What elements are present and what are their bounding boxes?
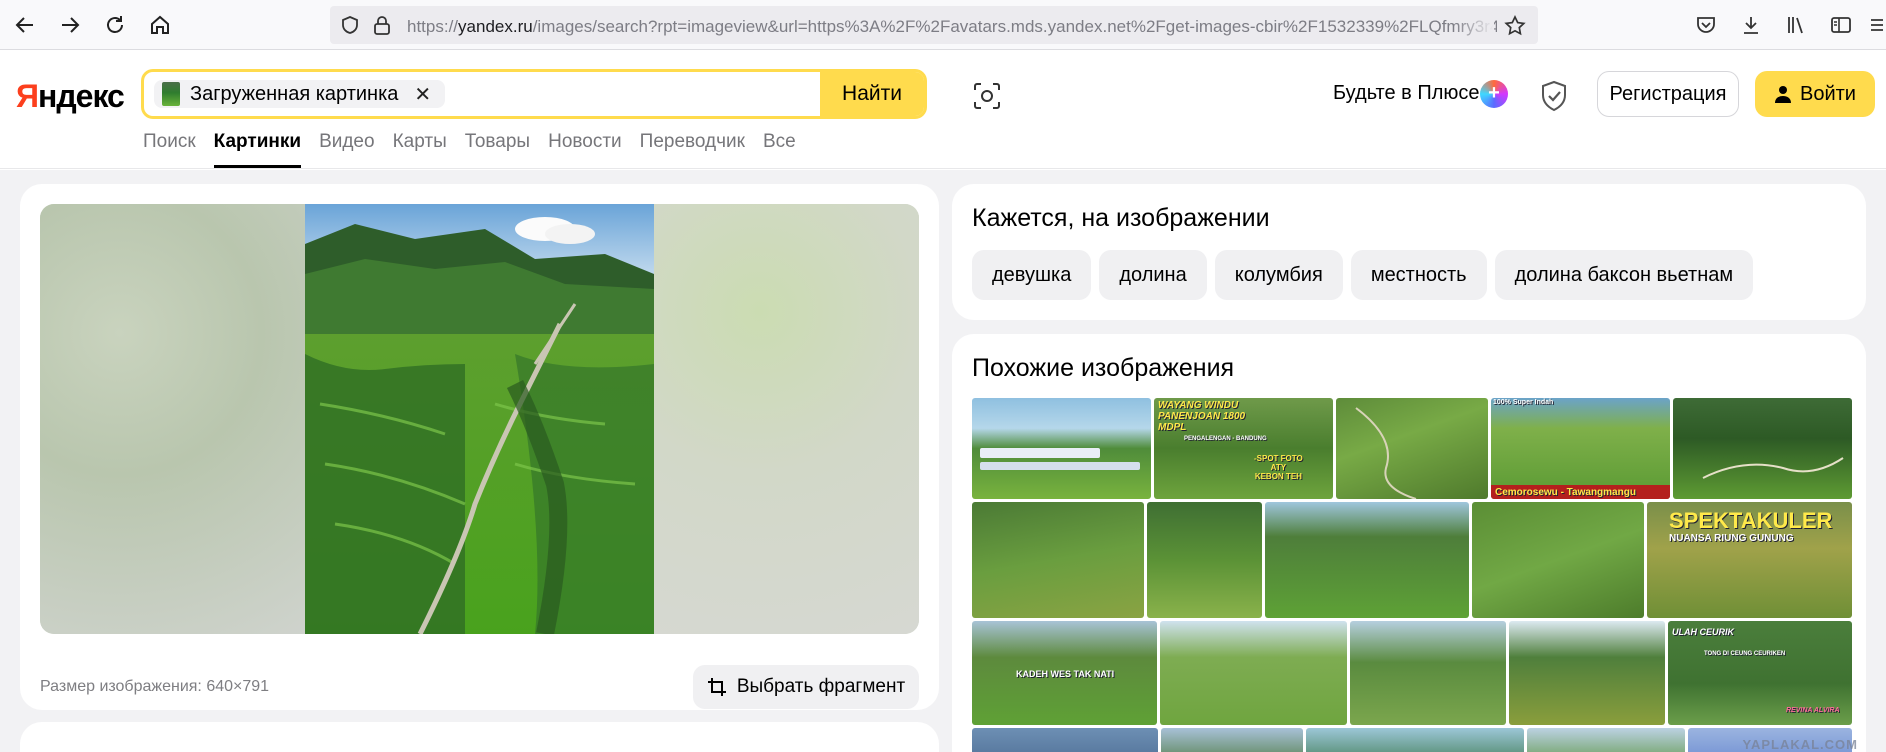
- tab-3[interactable]: Карты: [393, 130, 447, 168]
- plus-promo-text[interactable]: Будьте в Плюсе: [1333, 82, 1480, 105]
- image-size-text: Размер изображения: 640×791: [40, 678, 270, 695]
- tab-1[interactable]: Картинки: [213, 130, 302, 168]
- login-label: Войти: [1800, 82, 1856, 105]
- site-header: Яндекс Загруженная картинка ✕ Найти Будь…: [0, 51, 1886, 169]
- tag-list: девушка долина колумбия местность долина бак…: [972, 250, 1754, 300]
- similar-image[interactable]: KADEH WES TAK NATI: [972, 621, 1157, 725]
- tab-0[interactable]: Поиск: [143, 130, 196, 168]
- register-button[interactable]: Регистрация: [1597, 71, 1739, 117]
- tab-4[interactable]: Товары: [465, 130, 530, 168]
- tab-6[interactable]: Переводчик: [640, 130, 745, 168]
- user-icon: [1775, 86, 1792, 103]
- select-fragment-button[interactable]: Выбрать фрагмент: [693, 665, 919, 709]
- similar-image[interactable]: [1673, 398, 1852, 499]
- similar-image[interactable]: [1509, 621, 1665, 725]
- plus-logo-icon[interactable]: [1480, 80, 1508, 108]
- tab-7[interactable]: Все: [763, 130, 796, 168]
- crop-icon: [707, 678, 726, 696]
- browser-toolbar: https://yandex.ru/images/search?rpt=imag…: [0, 0, 1886, 50]
- sidebar-icon[interactable]: [1826, 10, 1856, 40]
- similar-image[interactable]: [1336, 398, 1488, 499]
- protection-shield-icon[interactable]: [1539, 80, 1569, 112]
- bookmark-star-icon[interactable]: [1504, 15, 1526, 37]
- uploaded-image-chip[interactable]: Загруженная картинка ✕: [154, 80, 446, 108]
- url-bar[interactable]: https://yandex.ru/images/search?rpt=imag…: [330, 6, 1538, 44]
- similar-image[interactable]: [1265, 502, 1469, 618]
- uploaded-image-thumbnail: [162, 82, 180, 106]
- tag-chip[interactable]: девушка: [972, 250, 1092, 300]
- image-viewer-card: Размер изображения: 640×791 Выбрать фраг…: [20, 184, 939, 710]
- similar-image[interactable]: [1472, 502, 1644, 618]
- select-fragment-label: Выбрать фрагмент: [736, 676, 906, 697]
- lock-icon[interactable]: [373, 15, 391, 35]
- uploaded-photo-valley: [305, 204, 654, 634]
- similar-image[interactable]: WAYANG WINDU PANENJOAN 1800 MDPL PENGALE…: [1154, 398, 1333, 499]
- downloads-icon[interactable]: [1736, 10, 1766, 40]
- tag-chip[interactable]: местность: [1350, 250, 1487, 300]
- yandex-logo[interactable]: Яндекс: [16, 78, 125, 115]
- similar-image[interactable]: [972, 728, 1158, 752]
- tag-chip[interactable]: долина баксон вьетнам: [1494, 250, 1754, 300]
- service-tabs: Поиск Картинки Видео Карты Товары Новости Пере…: [143, 130, 814, 168]
- similar-image[interactable]: [1350, 621, 1506, 725]
- site-watermark: YAPLAKAL.COM: [1742, 737, 1858, 752]
- search-form: Загруженная картинка ✕ Найти: [141, 69, 927, 119]
- similar-image[interactable]: SPEKTAKULER NUANSA RIUNG GUNUNG: [1647, 502, 1852, 618]
- similar-title: Похожие изображения: [972, 354, 1235, 382]
- similar-image[interactable]: [1147, 502, 1262, 618]
- uploaded-image-label: Загруженная картинка: [190, 82, 399, 105]
- results-area: Размер изображения: 640×791 Выбрать фраг…: [0, 170, 1886, 752]
- login-button[interactable]: Войти: [1755, 71, 1875, 117]
- similar-image[interactable]: [972, 398, 1151, 499]
- home-icon[interactable]: [145, 10, 175, 40]
- similar-image[interactable]: 100% Super Indah Cemorosewu - Tawangmang…: [1491, 398, 1670, 499]
- similar-image[interactable]: ULAH CEURIK TONG DI CEUNG CEURIKEN REVIN…: [1668, 621, 1852, 725]
- tracking-protection-icon[interactable]: [340, 15, 360, 35]
- search-button[interactable]: Найти: [820, 72, 924, 116]
- next-section-card: [20, 722, 939, 752]
- tags-title: Кажется, на изображении: [972, 204, 1270, 232]
- url-text: https://yandex.ru/images/search?rpt=imag…: [407, 17, 1497, 36]
- reload-icon[interactable]: [100, 10, 130, 40]
- back-icon[interactable]: [10, 10, 40, 40]
- tab-2[interactable]: Видео: [319, 130, 375, 168]
- library-icon[interactable]: [1781, 10, 1811, 40]
- pocket-icon[interactable]: [1691, 10, 1721, 40]
- forward-icon[interactable]: [55, 10, 85, 40]
- remove-image-icon[interactable]: ✕: [414, 82, 431, 107]
- tab-5[interactable]: Новости: [548, 130, 622, 168]
- similar-image[interactable]: [972, 502, 1144, 618]
- tags-card: Кажется, на изображении девушка долина кол…: [952, 184, 1866, 320]
- similar-image[interactable]: [1160, 621, 1347, 725]
- image-search-lens-icon[interactable]: [971, 80, 1003, 112]
- tag-chip[interactable]: долина: [1099, 250, 1207, 300]
- similar-image[interactable]: [1527, 728, 1685, 752]
- image-viewer[interactable]: [40, 204, 919, 634]
- tag-chip[interactable]: колумбия: [1214, 250, 1343, 300]
- similar-images-card: Похожие изображения WAYANG WINDU PANENJO…: [952, 334, 1866, 752]
- similar-image[interactable]: [1306, 728, 1524, 752]
- similar-image[interactable]: [1161, 728, 1303, 752]
- overflow-menu-icon[interactable]: [1866, 10, 1886, 40]
